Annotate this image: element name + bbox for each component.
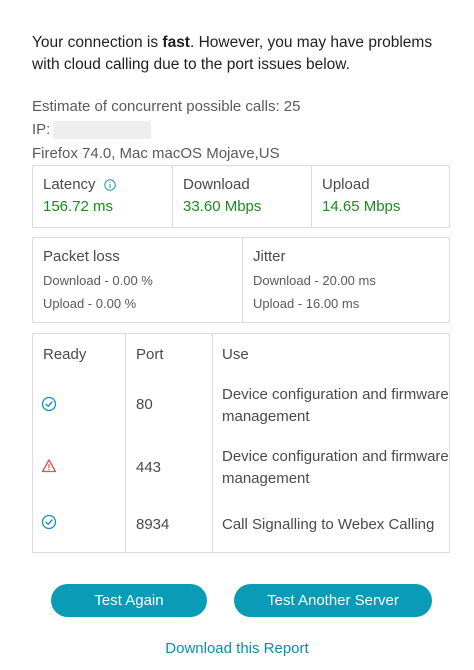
download-label: Download — [183, 176, 250, 193]
port-value: 443 — [136, 459, 162, 476]
header-use: Use — [222, 346, 249, 363]
concurrent-calls-estimate: Estimate of concurrent possible calls: 2… — [32, 98, 300, 115]
estimate-label: Estimate of concurrent possible calls: — [32, 98, 280, 115]
jitter-upload: Upload - 16.00 ms — [253, 296, 360, 311]
latency-label: Latency — [43, 176, 96, 193]
latency-cell: Latency 156.72 ms — [33, 166, 172, 227]
header-ready: Ready — [43, 346, 87, 363]
port-use: Call Signalling to Webex Calling — [222, 516, 435, 533]
jitter-cell: Jitter Download - 20.00 ms Upload - 16.0… — [242, 238, 449, 322]
warning-triangle-icon — [41, 459, 57, 473]
info-icon[interactable] — [103, 178, 116, 191]
packet-loss-download: Download - 0.00 % — [43, 273, 153, 288]
browser-info: Firefox 74.0, Mac macOS Mojave,US — [32, 145, 280, 162]
port-value: 80 — [136, 396, 153, 413]
table-row: 443 Device configuration and firmware ma… — [33, 446, 449, 494]
summary-prefix: Your connection is — [32, 34, 163, 51]
jitter-download: Download - 20.00 ms — [253, 273, 376, 288]
table-row: 80 Device configuration and firmware man… — [33, 384, 449, 432]
latency-value: 156.72 ms — [43, 198, 114, 215]
packet-loss-upload: Upload - 0.00 % — [43, 296, 137, 311]
packet-loss-label: Packet loss — [43, 248, 120, 265]
port-use: Device configuration and firmware manage… — [222, 386, 449, 425]
port-value: 8934 — [136, 516, 170, 533]
upload-label: Upload — [322, 176, 370, 193]
upload-cell: Upload 14.65 Mbps — [311, 166, 449, 227]
estimate-value: 25 — [283, 98, 301, 115]
table-row: 8934 Call Signalling to Webex Calling — [33, 514, 449, 538]
test-another-server-button[interactable]: Test Another Server — [234, 584, 432, 617]
quality-metrics-panel: Packet loss Download - 0.00 % Upload - 0… — [32, 237, 450, 323]
connection-speed-word: fast — [162, 34, 190, 51]
download-value: 33.60 Mbps — [183, 198, 262, 215]
check-circle-icon — [41, 514, 57, 530]
ports-table: Ready Port Use 80 Device configuration a… — [32, 333, 450, 553]
download-report-link[interactable]: Download this Report — [0, 640, 474, 657]
ip-label: IP: — [32, 121, 51, 138]
header-port: Port — [136, 346, 164, 363]
packet-loss-cell: Packet loss Download - 0.00 % Upload - 0… — [33, 238, 242, 322]
jitter-label: Jitter — [253, 248, 286, 265]
test-again-button[interactable]: Test Again — [51, 584, 207, 617]
download-cell: Download 33.60 Mbps — [172, 166, 311, 227]
connection-summary: Your connection is fast. However, you ma… — [32, 32, 442, 76]
check-circle-icon — [41, 396, 57, 412]
speed-metrics-panel: Latency 156.72 ms Download 33.60 Mbps Up… — [32, 165, 450, 228]
ip-value-redacted — [53, 121, 151, 139]
port-use: Device configuration and firmware manage… — [222, 448, 449, 487]
upload-value: 14.65 Mbps — [322, 198, 401, 215]
